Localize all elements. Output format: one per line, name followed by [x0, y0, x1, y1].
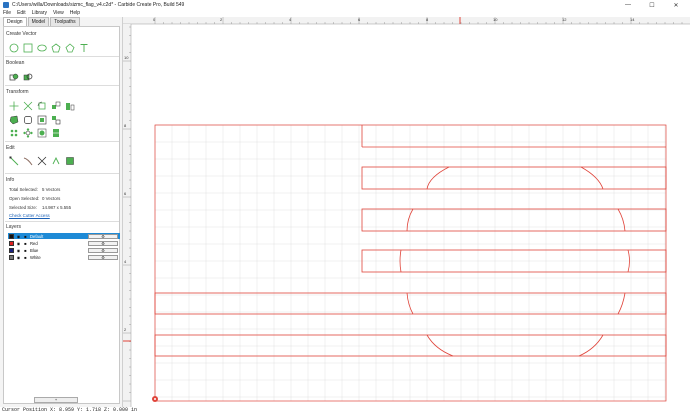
- rectangle-tool-icon[interactable]: [22, 42, 33, 53]
- section-boolean: Boolean: [6, 60, 25, 66]
- node-edit-icon[interactable]: [8, 155, 19, 166]
- section-edit: Edit: [6, 145, 15, 151]
- layer-color-swatch[interactable]: [9, 233, 14, 239]
- join-vector-icon[interactable]: [50, 155, 61, 166]
- ellipse-tool-icon[interactable]: [36, 42, 47, 53]
- trim-icon[interactable]: [22, 155, 33, 166]
- lock-icon[interactable]: ■: [23, 248, 28, 253]
- circle-arc[interactable]: [617, 292, 626, 315]
- left-panel: Design Model Toolpaths Create Vector Boo…: [0, 17, 123, 407]
- mirror-icon[interactable]: [50, 100, 61, 111]
- section-layers: Layers: [6, 224, 22, 230]
- stripe-vector[interactable]: [361, 166, 667, 190]
- subtract-icon[interactable]: [22, 71, 33, 82]
- eye-icon[interactable]: ◉: [16, 241, 21, 246]
- tab-toolpaths[interactable]: Toolpaths: [50, 17, 80, 26]
- total-selected-label: Total Selected:: [9, 187, 38, 192]
- eye-icon[interactable]: ◉: [16, 248, 21, 253]
- circle-arc[interactable]: [426, 334, 454, 357]
- app-icon: [3, 2, 9, 8]
- gear-icon[interactable]: ⚙: [88, 240, 118, 246]
- array-icon[interactable]: [8, 127, 19, 138]
- menu-view[interactable]: View: [53, 10, 64, 16]
- menu-bar: File Edit Library View Help: [0, 9, 690, 17]
- stock-boundary: [154, 124, 667, 402]
- lock-icon[interactable]: ■: [23, 234, 28, 239]
- gear-icon[interactable]: ⚙: [88, 247, 118, 253]
- circle-arc[interactable]: [617, 208, 626, 232]
- status-bar: Cursor Position X: 8.959 Y: 1.718 Z: 0.0…: [0, 407, 690, 414]
- circle-arc[interactable]: [426, 166, 450, 190]
- open-selected-value: 0 Vectors: [42, 196, 61, 201]
- layer-color-swatch[interactable]: [9, 254, 14, 260]
- ruler-top-label: 14: [630, 17, 635, 22]
- layer-row-white[interactable]: ◉ ■ White ⚙: [8, 254, 120, 260]
- layer-name: Default: [30, 233, 44, 239]
- move-icon[interactable]: [8, 100, 19, 111]
- cut-vector-icon[interactable]: [36, 155, 47, 166]
- layer-name: Blue: [30, 247, 39, 253]
- stripe-vector[interactable]: [154, 334, 667, 357]
- circle-arc[interactable]: [580, 166, 604, 190]
- eye-icon[interactable]: ◉: [16, 234, 21, 239]
- polygon-tool-icon[interactable]: [50, 42, 61, 53]
- cursor-position-readout: Cursor Position X: 8.959 Y: 1.718 Z: 0.0…: [2, 407, 138, 413]
- gear-icon[interactable]: ⚙: [88, 254, 118, 260]
- weld-icon[interactable]: [50, 127, 61, 138]
- menu-file[interactable]: File: [3, 10, 11, 16]
- layer-name: White: [30, 254, 41, 260]
- design-canvas[interactable]: 0 2 4 6 8 10 12 14 10 8 6 4 2: [123, 17, 690, 407]
- stripe-vector[interactable]: [361, 208, 667, 232]
- align-icon[interactable]: [64, 100, 75, 111]
- layer-row-default[interactable]: ◉ ■ Default ⚙: [8, 233, 120, 239]
- nest-icon[interactable]: [36, 127, 47, 138]
- text-tool-icon[interactable]: [78, 42, 89, 53]
- offset-icon[interactable]: [8, 114, 19, 125]
- scale-icon[interactable]: [22, 100, 33, 111]
- fillet-icon[interactable]: [22, 114, 33, 125]
- check-cutter-access-link[interactable]: Check Cutter Access: [9, 213, 50, 218]
- add-layer-button[interactable]: +: [34, 397, 78, 403]
- selected-size-label: Selected Size:: [9, 205, 38, 210]
- tab-strip: Design Model Toolpaths: [3, 17, 81, 26]
- gear-icon[interactable]: ⚙: [88, 233, 118, 239]
- stripe-vector[interactable]: [154, 292, 667, 315]
- ruler-left-label: 10: [124, 55, 129, 60]
- pentagon-tool-icon[interactable]: [64, 42, 75, 53]
- section-create-vector: Create Vector: [6, 31, 37, 37]
- eye-icon[interactable]: ◉: [16, 255, 21, 260]
- layer-name: Red: [30, 240, 38, 246]
- layer-row-blue[interactable]: ◉ ■ Blue ⚙: [8, 247, 120, 253]
- tab-design[interactable]: Design: [3, 17, 27, 26]
- section-info: Info: [6, 177, 15, 183]
- ruler-top-label: 10: [493, 17, 498, 22]
- ruler-top-label: 12: [562, 17, 567, 22]
- menu-library[interactable]: Library: [32, 10, 47, 16]
- menu-help[interactable]: Help: [70, 10, 80, 16]
- layer-row-red[interactable]: ◉ ■ Red ⚙: [8, 240, 120, 246]
- lock-icon[interactable]: ■: [23, 241, 28, 246]
- ungroup-icon[interactable]: [50, 114, 61, 125]
- group-icon[interactable]: [36, 114, 47, 125]
- union-icon[interactable]: [8, 71, 19, 82]
- circle-arc[interactable]: [578, 334, 604, 357]
- design-panel: Create Vector Boolean Transform Edit Inf…: [3, 26, 120, 404]
- menu-edit[interactable]: Edit: [17, 10, 26, 16]
- open-selected-label: Open Selected:: [9, 196, 40, 201]
- tab-model[interactable]: Model: [27, 17, 50, 26]
- layer-color-swatch[interactable]: [9, 247, 14, 253]
- layer-color-swatch[interactable]: [9, 240, 14, 246]
- selected-size-value: 14.987 x 5.555: [42, 205, 72, 210]
- section-transform: Transform: [6, 89, 29, 95]
- canvas-svg[interactable]: 0 2 4 6 8 10 12 14 10 8 6 4 2: [123, 17, 690, 407]
- circular-array-icon[interactable]: [22, 127, 33, 138]
- total-selected-value: 5 Vectors: [42, 187, 61, 192]
- window-title: C:/Users/willa/Downloads/sizmc_flag_v4.c…: [12, 2, 185, 8]
- smooth-icon[interactable]: [64, 155, 75, 166]
- rotate-icon[interactable]: [36, 100, 47, 111]
- lock-icon[interactable]: ■: [23, 255, 28, 260]
- circle-tool-icon[interactable]: [8, 42, 19, 53]
